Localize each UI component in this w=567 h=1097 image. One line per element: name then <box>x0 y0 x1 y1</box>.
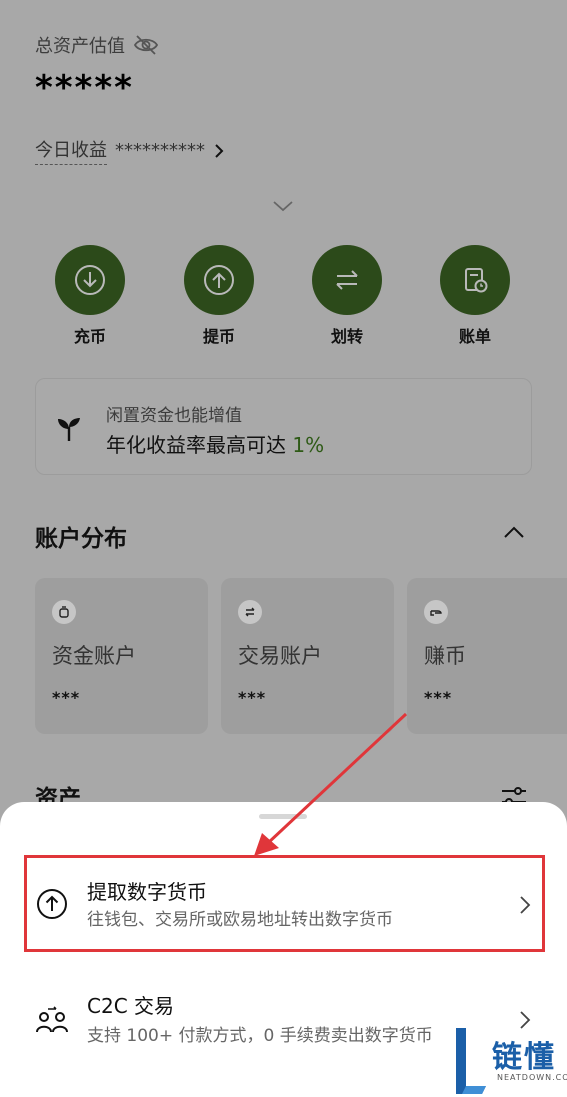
earn-icon <box>424 600 448 624</box>
chevron-down-icon[interactable] <box>271 198 295 214</box>
deposit-icon <box>75 265 105 295</box>
total-asset-value: ***** <box>35 68 134 108</box>
total-asset-label: 总资产估值 <box>35 32 159 58</box>
chevron-right-icon <box>215 143 224 158</box>
quick-actions: 充币 提币 划转 账单 <box>55 245 511 347</box>
c2c-users-icon <box>36 1006 68 1033</box>
today-earnings-value: ********** <box>115 140 205 161</box>
watermark-l-logo <box>456 1028 486 1094</box>
chevron-up-icon[interactable] <box>503 525 525 539</box>
deposit-button[interactable]: 充币 <box>55 245 125 347</box>
bill-icon-circle <box>440 245 510 315</box>
transfer-icon <box>336 270 358 290</box>
watermark-sub: NEATDOWN.COM <box>497 1073 567 1082</box>
option-subtitle: 支持 100+ 付款方式，0 手续费卖出数字货币 <box>87 1026 433 1046</box>
account-distribution-title: 账户分布 <box>35 526 127 552</box>
transfer-button[interactable]: 划转 <box>312 245 382 347</box>
bill-label: 账单 <box>458 327 491 346</box>
card-value: *** <box>238 688 267 707</box>
earn-icon-glyph <box>430 610 442 616</box>
total-asset-label-text: 总资产估值 <box>35 36 125 57</box>
card-name: 赚币 <box>424 644 466 668</box>
exchange-icon-glyph <box>245 607 255 617</box>
sheet-drag-handle[interactable] <box>259 814 307 819</box>
bill-icon <box>465 268 488 293</box>
bill-button[interactable]: 账单 <box>440 245 510 347</box>
card-value: *** <box>52 688 81 707</box>
promo-rate: 1% <box>292 433 325 457</box>
watermark-logo: 链懂 NEATDOWN.COM <box>452 1022 567 1097</box>
wallet-icon <box>52 600 76 624</box>
card-name: 资金账户 <box>52 644 136 668</box>
promo-line2-prefix: 年化收益率最高可达 <box>106 433 293 457</box>
deposit-label: 充币 <box>73 327 106 346</box>
withdraw-icon <box>204 265 234 295</box>
card-name: 交易账户 <box>238 644 322 668</box>
eye-hidden-icon[interactable] <box>133 34 159 56</box>
withdraw-label: 提币 <box>202 327 235 346</box>
promo-line2: 年化收益率最高可达 1% <box>106 429 324 458</box>
today-earnings[interactable]: 今日收益 ********** <box>35 136 225 165</box>
withdraw-icon-circle <box>184 245 254 315</box>
funding-account-card[interactable]: 资金账户 *** <box>35 578 208 734</box>
promo-line1: 闲置资金也能增值 <box>106 406 242 426</box>
wallet-icon-glyph <box>59 606 69 618</box>
earn-promo-banner[interactable]: 闲置资金也能增值 年化收益率最高可达 1% <box>35 378 532 475</box>
card-value: *** <box>424 688 453 707</box>
withdraw-option-highlight <box>24 855 545 952</box>
sprout-icon <box>58 418 80 441</box>
deposit-icon-circle <box>55 245 125 315</box>
withdraw-button[interactable]: 提币 <box>184 245 254 347</box>
trading-account-card[interactable]: 交易账户 *** <box>221 578 394 734</box>
exchange-icon <box>238 600 262 624</box>
transfer-icon-circle <box>312 245 382 315</box>
earn-card[interactable]: 赚币 *** <box>407 578 567 734</box>
watermark-text: 链懂 <box>492 1040 556 1075</box>
option-title: C2C 交易 <box>87 994 175 1018</box>
transfer-label: 划转 <box>330 327 363 346</box>
today-earnings-label: 今日收益 <box>35 136 107 165</box>
